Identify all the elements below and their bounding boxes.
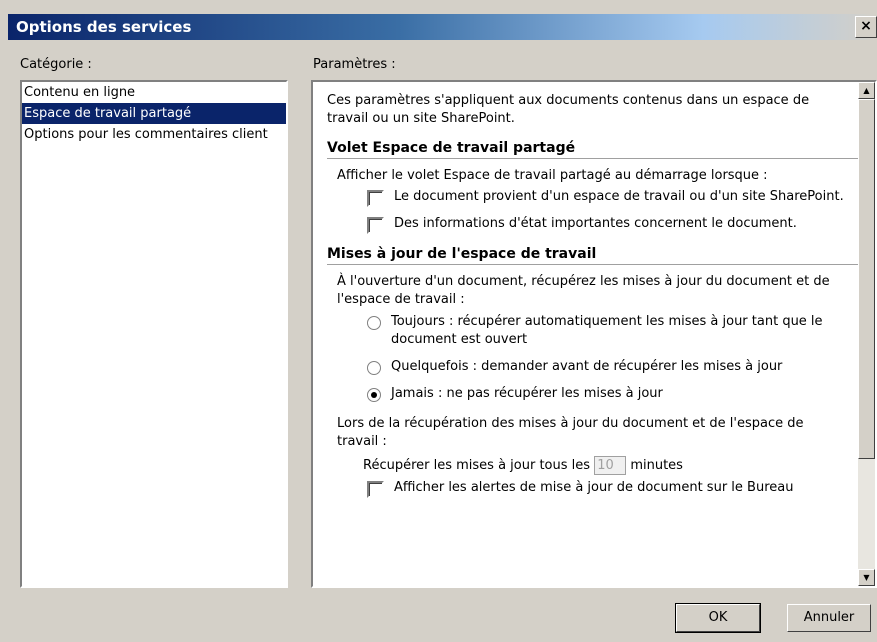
radio-row-sometimes[interactable]: Quelquefois : demander avant de récupére… [327,358,847,376]
interval-suffix: minutes [630,458,683,473]
category-item-online-content[interactable]: Contenu en ligne [22,82,286,103]
radio-never-label: Jamais : ne pas récupérer les mises à jo… [391,386,663,401]
checkbox-sharepoint-label: Le document provient d'un espace de trav… [394,189,844,204]
category-item-customer-feedback[interactable]: Options pour les commentaires client [22,124,286,145]
interval-input[interactable]: 10 [594,456,627,475]
radio-always[interactable] [367,316,381,330]
radio-never[interactable] [367,388,381,402]
section1-lead: Afficher le volet Espace de travail part… [337,168,768,183]
category-list[interactable]: Contenu en ligne Espace de travail parta… [20,80,288,588]
checkbox-row-status-info[interactable]: Des informations d'état importantes conc… [327,215,847,234]
settings-label: Paramètres : [313,57,396,72]
checkbox-row-desktop-alerts[interactable]: Afficher les alertes de mise à jour de d… [327,479,847,498]
category-item-shared-workspace[interactable]: Espace de travail partagé [22,103,286,124]
section2-lead2: Lors de la récupération des mises à jour… [337,416,804,449]
radio-sometimes[interactable] [367,361,381,375]
category-label: Catégorie : [20,57,92,72]
scroll-thumb[interactable] [858,99,875,459]
window-title: Options des services [16,18,192,36]
radio-row-never[interactable]: Jamais : ne pas récupérer les mises à jo… [327,385,847,403]
checkbox-status-info[interactable] [367,217,384,234]
radio-sometimes-label: Quelquefois : demander avant de récupére… [391,359,783,374]
radio-row-always[interactable]: Toujours : récupérer automatiquement les… [327,313,847,349]
checkbox-sharepoint[interactable] [367,190,384,207]
intro-text: Ces paramètres s'appliquent aux document… [327,93,810,126]
ok-button[interactable]: OK [675,603,761,633]
scroll-down-button[interactable]: ▼ [858,569,875,586]
scroll-up-button[interactable]: ▲ [858,82,875,99]
interval-prefix: Récupérer les mises à jour tous les [363,458,591,473]
checkbox-desktop-alerts-label: Afficher les alertes de mise à jour de d… [394,480,794,495]
section-title-workspace-updates: Mises à jour de l'espace de travail [327,246,859,265]
close-button[interactable]: × [855,16,877,38]
section2-lead: À l'ouverture d'un document, récupérez l… [337,274,830,307]
interval-row: Récupérer les mises à jour tous les 10 m… [327,456,847,475]
title-bar: Options des services × [8,14,877,40]
checkbox-row-sharepoint[interactable]: Le document provient d'un espace de trav… [327,188,847,207]
checkbox-desktop-alerts[interactable] [367,481,384,498]
settings-panel: Ces paramètres s'appliquent aux document… [311,80,877,588]
settings-scrollbar[interactable]: ▲ ▼ [858,82,875,586]
section-title-shared-pane: Volet Espace de travail partagé [327,140,859,159]
radio-always-label: Toujours : récupérer automatiquement les… [391,314,823,347]
cancel-button[interactable]: Annuler [787,604,871,632]
checkbox-status-info-label: Des informations d'état importantes conc… [394,216,797,231]
